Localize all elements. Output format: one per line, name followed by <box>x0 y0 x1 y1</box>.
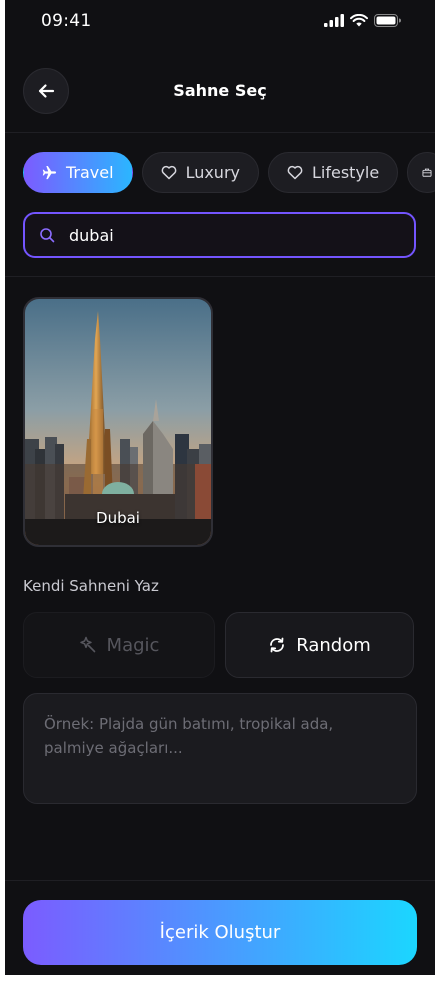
search-icon <box>40 228 55 243</box>
scene-card-dubai[interactable]: Dubai <box>23 297 213 547</box>
signal-icon <box>324 14 344 27</box>
scene-label: Dubai <box>96 509 140 527</box>
filters-area: Travel Luxury Lifestyle <box>5 134 435 277</box>
header: Sahne Seç <box>5 46 435 133</box>
footer: İçerik Oluştur <box>5 880 435 975</box>
heart-icon <box>161 165 176 180</box>
search-box <box>23 212 416 258</box>
status-icons <box>324 14 401 27</box>
chip-business[interactable] <box>407 152 435 193</box>
magic-button[interactable]: Magic <box>23 612 215 678</box>
category-chips: Travel Luxury Lifestyle <box>23 152 435 193</box>
page-title: Sahne Seç <box>173 81 267 100</box>
chip-label: Lifestyle <box>312 163 380 182</box>
briefcase-icon <box>422 168 432 177</box>
refresh-icon <box>270 637 285 653</box>
chip-label: Luxury <box>185 163 240 182</box>
status-bar: 09:41 <box>5 0 435 46</box>
wifi-icon <box>350 14 368 27</box>
search-input[interactable] <box>69 225 389 245</box>
create-content-button[interactable]: İçerik Oluştur <box>23 900 417 965</box>
plane-icon <box>42 165 57 180</box>
app-screen: 09:41 Sahne Seç Travel Luxury Lifestyle … <box>5 0 435 975</box>
random-label: Random <box>296 634 371 656</box>
scene-prompt-input[interactable] <box>23 693 417 804</box>
custom-scene-label: Kendi Sahneni Yaz <box>23 577 159 595</box>
chip-luxury[interactable]: Luxury <box>141 152 259 193</box>
random-button[interactable]: Random <box>225 612 414 678</box>
heart-icon <box>287 165 303 180</box>
magic-label: Magic <box>106 634 160 656</box>
chip-lifestyle[interactable]: Lifestyle <box>268 152 399 193</box>
chip-travel[interactable]: Travel <box>23 152 133 193</box>
magic-wand-icon <box>79 636 95 653</box>
status-time: 09:41 <box>41 11 92 31</box>
chip-label: Travel <box>66 163 114 182</box>
battery-icon <box>374 14 401 27</box>
